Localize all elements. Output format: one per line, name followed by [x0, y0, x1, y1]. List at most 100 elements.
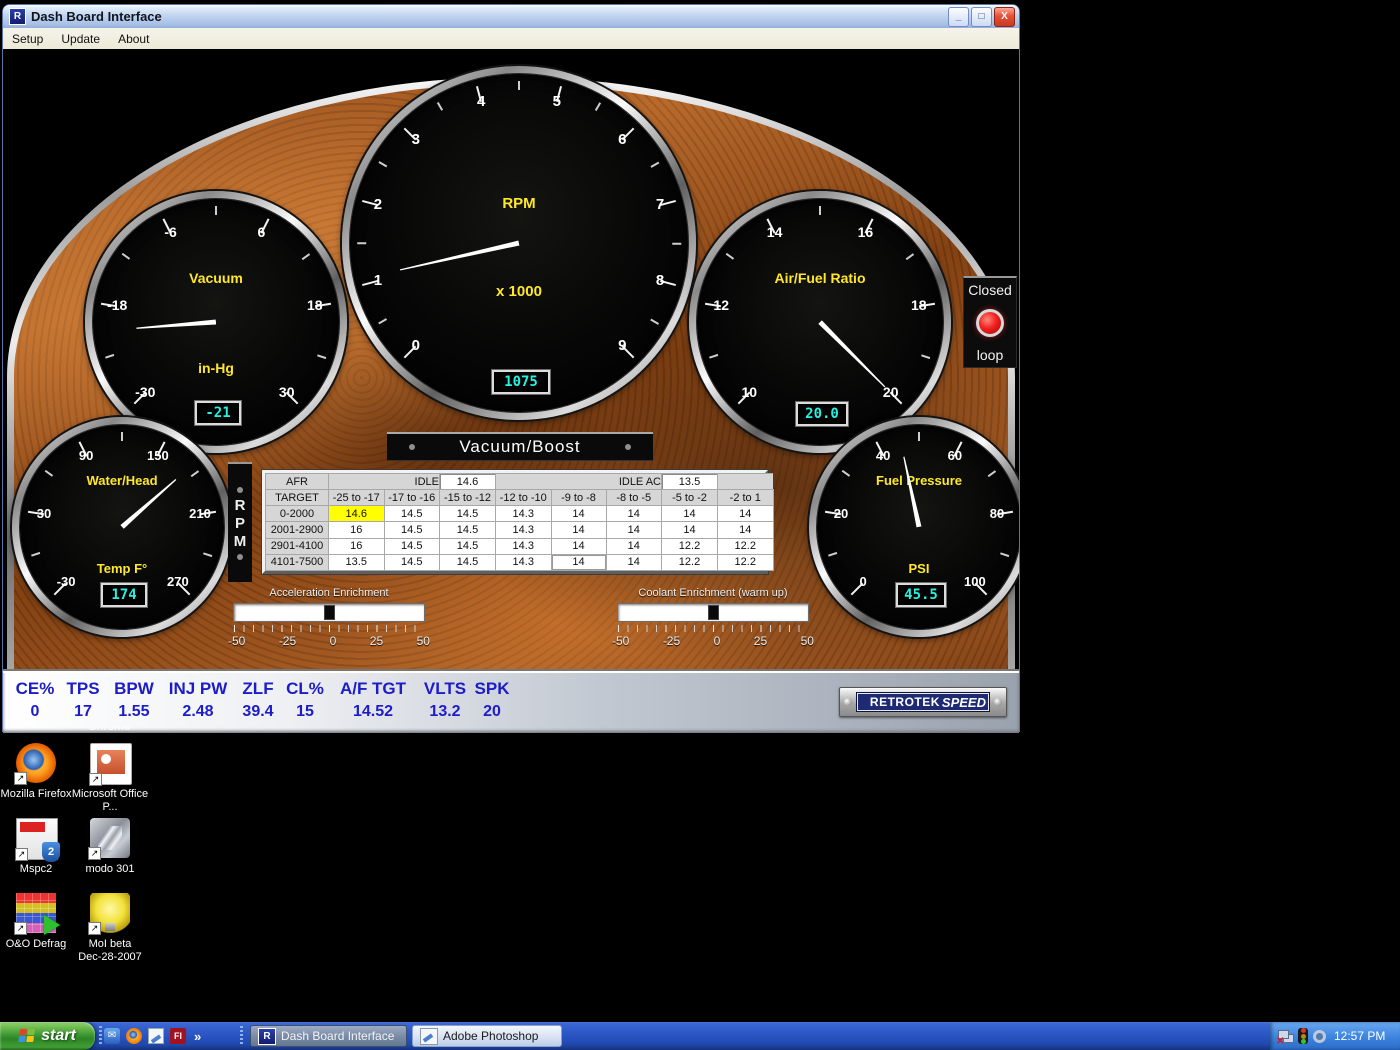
flash-icon[interactable]: Fl: [170, 1028, 186, 1044]
minimize-button[interactable]: _: [948, 7, 969, 27]
firefox-icon[interactable]: [126, 1028, 142, 1044]
afr-gauge: 101214161820Air/Fuel Ratio20.0: [689, 191, 951, 453]
close-button[interactable]: X: [994, 7, 1015, 27]
photoshop-icon[interactable]: [148, 1028, 164, 1044]
afr-cell-r3c0[interactable]: 13.5: [329, 554, 385, 570]
stat-label: CL%: [286, 678, 324, 700]
afr-cell-r3c7[interactable]: 12.2: [718, 554, 774, 570]
slider-thumb[interactable]: [708, 605, 719, 620]
afr-cell-r1c0[interactable]: 16: [329, 522, 385, 538]
afr-cell-r2c1[interactable]: 14.5: [384, 538, 440, 554]
vacuum-unit-label: in-Hg: [136, 360, 296, 376]
mail-icon[interactable]: ✉: [104, 1028, 120, 1044]
afr-col-header: -17 to -16: [384, 490, 440, 506]
desktop-icon-powerpoint[interactable]: ↗: [90, 743, 132, 785]
afr-spacer: [718, 474, 774, 490]
afr-cell-r2c0[interactable]: 16: [329, 538, 385, 554]
afr-cell-r1c4[interactable]: 14: [551, 522, 606, 538]
desktop-icon-label[interactable]: MoI beta Dec-28-2007: [71, 938, 149, 964]
title-bar[interactable]: R Dash Board Interface _ □ X: [3, 5, 1019, 28]
idle-ac-label: IDLE AC: [606, 474, 662, 490]
shortcut-arrow-icon: ↗: [89, 773, 102, 786]
afr-cell-r1c2[interactable]: 14.5: [440, 522, 496, 538]
desktop-icon-modo[interactable]: ↗: [90, 818, 130, 858]
afr-cell-r0c1[interactable]: 14.5: [384, 506, 440, 522]
vacuum-digital-readout: -21: [195, 401, 241, 425]
maximize-button[interactable]: □: [971, 7, 992, 27]
desktop-icon-mspc[interactable]: 2↗: [16, 818, 58, 860]
afr-scale-label: 16: [847, 224, 883, 240]
desktop-icon-label[interactable]: Microsoft Office P...: [71, 788, 149, 814]
afr-col-header: -25 to -17: [329, 490, 385, 506]
water-unit-label: Temp F°: [42, 561, 202, 576]
idle-ac-value-field[interactable]: 13.5: [662, 474, 718, 490]
afr-spacer: [329, 474, 385, 490]
app-window: R Dash Board Interface _ □ X SetupUpdate…: [3, 5, 1019, 731]
afr-cell-r1c1[interactable]: 14.5: [384, 522, 440, 538]
telemetry-stats: CE%0TPS17BPW1.55INJ PW2.48ZLF39.4CL%15A/…: [9, 678, 513, 724]
vacuum-scale-label: -18: [99, 297, 135, 313]
afr-cell-r0c5[interactable]: 14: [606, 506, 662, 522]
desktop-icon-label[interactable]: modo 301: [71, 863, 149, 876]
stat-label: INJ PW: [169, 678, 228, 700]
afr-cell-r3c5[interactable]: 14: [606, 554, 662, 570]
afr-cell-r1c7[interactable]: 14: [718, 522, 774, 538]
afr-cell-r2c7[interactable]: 12.2: [718, 538, 774, 554]
afr-cell-r1c3[interactable]: 14.3: [496, 522, 552, 538]
afr-cell-r2c4[interactable]: 14: [551, 538, 606, 554]
desktop-icon-label[interactable]: Mozilla Firefox: [0, 788, 75, 801]
menu-item-setup[interactable]: Setup: [3, 30, 52, 48]
afr-cell-r0c0[interactable]: 14.6: [329, 506, 385, 522]
desktop-icon-moi[interactable]: ↗: [90, 893, 130, 933]
quicklaunch-overflow-chevron-icon[interactable]: »: [194, 1029, 201, 1044]
afr-cell-r3c3[interactable]: 14.3: [496, 554, 552, 570]
rpm-scale-label: 3: [398, 131, 434, 148]
start-button-label: start: [41, 1027, 76, 1045]
volume-icon[interactable]: [1313, 1030, 1326, 1043]
desktop-icon-label[interactable]: Mspc2: [0, 863, 75, 876]
afr-cell-r2c3[interactable]: 14.3: [496, 538, 552, 554]
idle-value-field[interactable]: 14.6: [440, 474, 496, 490]
afr-cell-r1c5[interactable]: 14: [606, 522, 662, 538]
menu-item-about[interactable]: About: [109, 30, 158, 48]
afr-cell-r0c2[interactable]: 14.5: [440, 506, 496, 522]
afr-cell-r2c5[interactable]: 14: [606, 538, 662, 554]
afr-cell-r0c3[interactable]: 14.3: [496, 506, 552, 522]
task-button-adobe-photoshop[interactable]: Adobe Photoshop: [412, 1025, 562, 1047]
afr-cell-r0c7[interactable]: 14: [718, 506, 774, 522]
afr-cell-r1c6[interactable]: 14: [662, 522, 718, 538]
afr-cell-r3c1[interactable]: 14.5: [384, 554, 440, 570]
slider-thumb[interactable]: [324, 605, 335, 620]
rpm-scale-label: 1: [360, 272, 396, 289]
start-button[interactable]: start: [0, 1022, 95, 1050]
quicklaunch-drag-handle[interactable]: [99, 1026, 102, 1046]
afr-cell-r2c2[interactable]: 14.5: [440, 538, 496, 554]
afr-cell-r3c6[interactable]: 12.2: [662, 554, 718, 570]
menu-item-update[interactable]: Update: [52, 30, 109, 48]
desktop-icon-firefox[interactable]: ↗: [16, 743, 56, 783]
clipped-desktop-label[interactable]: Chrome: [88, 726, 131, 733]
afr-cell-r3c4[interactable]: 14: [551, 554, 606, 570]
afr-cell-r0c6[interactable]: 14: [662, 506, 718, 522]
task-button-dash-board-interface[interactable]: RDash Board Interface: [250, 1025, 407, 1047]
fuel-title-label: Fuel Pressure: [839, 473, 999, 488]
afr-row-header: 0-2000: [266, 506, 329, 522]
afr-cell-r2c6[interactable]: 12.2: [662, 538, 718, 554]
rpm-tick: [672, 242, 681, 244]
rpm-gauge: 0123456789RPMx 10001075: [342, 66, 696, 420]
water-scale-label: 30: [26, 506, 62, 521]
slider-track[interactable]: [233, 603, 425, 622]
slider-track[interactable]: [617, 603, 809, 622]
water-scale-label: 210: [182, 506, 218, 521]
desktop-icon-label[interactable]: O&O Defrag: [0, 938, 75, 951]
slider-scale-value: 50: [801, 634, 814, 648]
taskband-drag-handle[interactable]: [240, 1026, 243, 1046]
stat-ce: CE%0: [9, 678, 61, 724]
desktop-icon-defrag[interactable]: ↗: [16, 893, 56, 933]
afr-cell-r0c4[interactable]: 14: [551, 506, 606, 522]
afr-cell-r3c2[interactable]: 14.5: [440, 554, 496, 570]
traffic-light-icon[interactable]: [1298, 1028, 1308, 1044]
photoshop-icon: [420, 1028, 438, 1045]
network-error-icon[interactable]: ✕: [1278, 1030, 1293, 1043]
task-button-label: Adobe Photoshop: [443, 1029, 538, 1043]
